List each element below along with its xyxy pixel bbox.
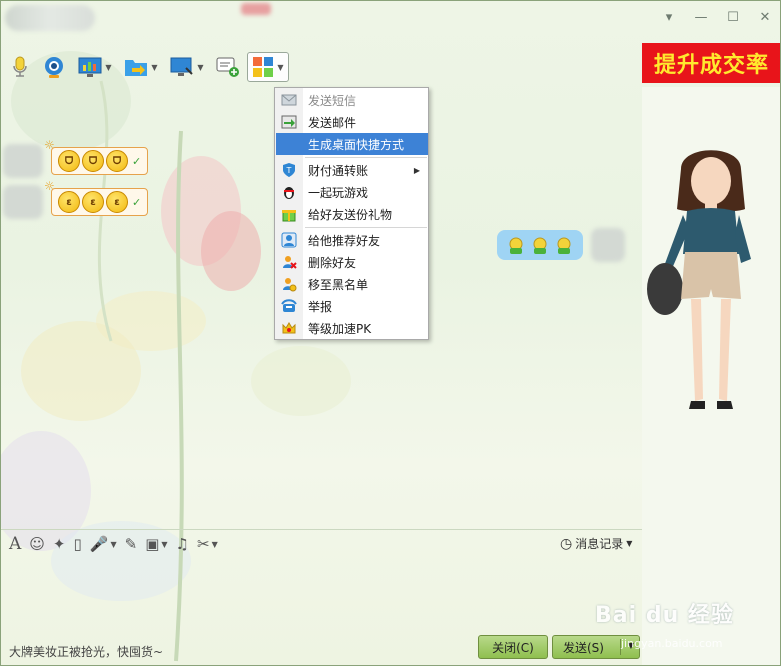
grin-emoji-icon: ᗜ bbox=[58, 150, 80, 172]
screenshot-scissors-icon[interactable]: ✂ ▼ bbox=[197, 535, 218, 553]
svg-text:T: T bbox=[286, 166, 292, 175]
avatar[interactable] bbox=[591, 228, 625, 262]
menu-separator bbox=[305, 157, 427, 158]
check-icon: ✓ bbox=[132, 154, 142, 168]
watermark-url: jingyan.baidu.com bbox=[621, 637, 723, 650]
submenu-arrow-icon: ▶ bbox=[413, 165, 420, 175]
message-sent-1 bbox=[497, 228, 625, 262]
screen-share-button[interactable]: ▼ bbox=[165, 52, 209, 82]
window-shake-icon[interactable]: ▯ bbox=[74, 535, 82, 553]
menu-item-level-speedup-pk[interactable]: 等级加速PK bbox=[276, 317, 428, 339]
history-label: 消息记录 bbox=[575, 537, 624, 551]
ad-banner[interactable]: 提升成交率 bbox=[642, 43, 780, 83]
more-apps-menu: 发送短信 发送邮件 生成桌面快捷方式 T 财付通转账 ▶ 一起玩游戏 给好友送份… bbox=[274, 87, 429, 340]
video-call-button[interactable] bbox=[37, 52, 71, 82]
menu-item-tenpay-transfer[interactable]: T 财付通转账 ▶ bbox=[276, 159, 428, 181]
message-bubble bbox=[497, 230, 583, 260]
user-card-icon bbox=[280, 231, 298, 249]
chat-window: ▾ — ☐ ✕ ▼ ▼ ▼ ▼ 提升成交率 ☼ ᗜ ᗜ ᗜ ✓ ☼ ε ε ε … bbox=[0, 0, 781, 666]
menu-separator bbox=[305, 227, 427, 228]
avatar[interactable] bbox=[3, 144, 43, 178]
grin-emoji-icon: ᗜ bbox=[106, 150, 128, 172]
menu-item-send-gift[interactable]: 给好友送份礼物 bbox=[276, 203, 428, 225]
clock-icon: ◷ bbox=[560, 535, 573, 552]
window-controls: ▾ — ☐ ✕ bbox=[658, 7, 776, 27]
frog-emoji-icon bbox=[553, 234, 575, 256]
avatar[interactable] bbox=[3, 185, 43, 219]
kiss-emoji-icon: ε bbox=[82, 191, 104, 213]
voice-call-button[interactable] bbox=[5, 52, 35, 82]
send-file-button[interactable]: ▼ bbox=[119, 52, 163, 82]
chevron-down-icon: ▼ bbox=[277, 62, 284, 72]
shield-icon: T bbox=[280, 161, 298, 179]
gift-icon bbox=[280, 205, 298, 223]
maximize-icon[interactable]: ☐ bbox=[722, 7, 744, 27]
user-delete-icon bbox=[280, 253, 298, 271]
sun-icon: ☼ bbox=[44, 179, 55, 193]
send-label: 发送(S) bbox=[563, 640, 604, 655]
minimize-icon[interactable]: — bbox=[690, 7, 712, 27]
font-icon[interactable]: A bbox=[9, 534, 21, 554]
microphone-icon bbox=[13, 56, 27, 77]
crown-icon bbox=[280, 319, 298, 337]
report-phone-icon bbox=[280, 297, 298, 315]
menu-item-play-game[interactable]: 一起玩游戏 bbox=[276, 181, 428, 203]
title-bar: ▾ — ☐ ✕ bbox=[1, 1, 780, 35]
window-menu-dropdown-icon[interactable]: ▾ bbox=[658, 7, 680, 27]
chevron-down-icon: ▼ bbox=[626, 539, 633, 548]
chevron-down-icon: ▼ bbox=[151, 62, 158, 72]
message-history-button[interactable]: ◷ 消息记录 ▼ bbox=[560, 535, 632, 552]
remote-desktop-button[interactable]: ▼ bbox=[73, 52, 117, 82]
chevron-down-icon: ▼ bbox=[105, 62, 112, 72]
menu-item-create-shortcut[interactable]: 生成桌面快捷方式 bbox=[276, 133, 428, 155]
image-icon[interactable]: ▣ ▼ bbox=[145, 535, 167, 553]
screen-share-icon bbox=[170, 57, 194, 76]
game-penguin-icon bbox=[280, 183, 298, 201]
message-received-1: ☼ ᗜ ᗜ ᗜ ✓ bbox=[3, 138, 149, 178]
menu-item-recommend-friend[interactable]: 给他推荐好友 bbox=[276, 229, 428, 251]
music-icon[interactable]: ♫ bbox=[176, 535, 189, 553]
qq-show-avatar-figure[interactable] bbox=[641, 139, 781, 429]
create-discussion-button[interactable] bbox=[211, 52, 245, 82]
input-toolbar: A ☺ ✦ ▯ 🎤 ▼ ✎ ▣ ▼ ♫ ✂ ▼ bbox=[9, 533, 218, 555]
contact-name-blurred bbox=[241, 3, 271, 15]
emoji-icon[interactable]: ☺ bbox=[29, 535, 45, 553]
message-received-2: ☼ ε ε ε ✓ bbox=[3, 179, 149, 219]
menu-item-send-sms[interactable]: 发送短信 bbox=[276, 89, 428, 111]
frog-emoji-icon bbox=[505, 234, 527, 256]
watermark-logo: Bai du 经验 bbox=[595, 603, 734, 628]
chat-add-icon bbox=[216, 57, 239, 77]
message-bubble: ☼ ᗜ ᗜ ᗜ ✓ bbox=[44, 138, 149, 175]
sun-icon: ☼ bbox=[44, 138, 55, 152]
magic-wand-icon[interactable]: ✦ bbox=[53, 535, 66, 553]
user-block-icon bbox=[280, 275, 298, 293]
input-divider bbox=[1, 529, 642, 530]
apps-grid-icon bbox=[253, 57, 274, 77]
more-apps-button[interactable]: ▼ bbox=[247, 52, 289, 82]
menu-item-report[interactable]: 举报 bbox=[276, 295, 428, 317]
message-bubble: ☼ ε ε ε ✓ bbox=[44, 179, 149, 216]
menu-item-move-to-blacklist[interactable]: 移至黑名单 bbox=[276, 273, 428, 295]
menu-item-send-email[interactable]: 发送邮件 bbox=[276, 111, 428, 133]
frog-emoji-icon bbox=[529, 234, 551, 256]
kiss-emoji-icon: ε bbox=[58, 191, 80, 213]
webcam-icon bbox=[45, 57, 63, 78]
close-icon[interactable]: ✕ bbox=[754, 7, 776, 27]
grin-emoji-icon: ᗜ bbox=[82, 150, 104, 172]
monitor-chart-icon bbox=[78, 57, 102, 77]
menu-item-delete-friend[interactable]: 删除好友 bbox=[276, 251, 428, 273]
contact-avatar-blurred[interactable] bbox=[5, 5, 95, 31]
email-icon bbox=[280, 113, 298, 131]
check-icon: ✓ bbox=[132, 195, 142, 209]
kiss-emoji-icon: ε bbox=[106, 191, 128, 213]
sms-icon bbox=[280, 91, 298, 109]
close-button[interactable]: 关闭(C) bbox=[478, 635, 548, 659]
shortcut-icon bbox=[280, 135, 298, 153]
edit-icon[interactable]: ✎ bbox=[125, 535, 138, 553]
ad-tip-link[interactable]: 大牌美妆正被抢光，快囤货~ bbox=[9, 643, 163, 660]
chevron-down-icon: ▼ bbox=[197, 62, 204, 72]
folder-transfer-icon bbox=[125, 60, 148, 76]
voice-message-icon[interactable]: 🎤 ▼ bbox=[90, 535, 117, 553]
chat-toolbar: ▼ ▼ ▼ ▼ bbox=[5, 51, 289, 83]
